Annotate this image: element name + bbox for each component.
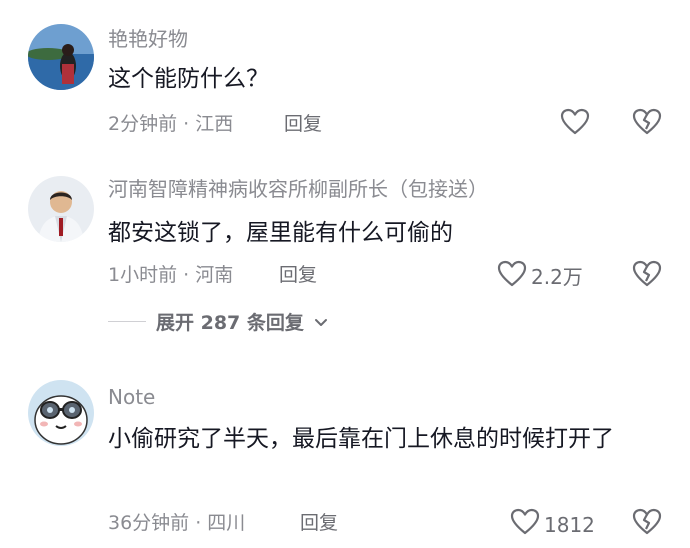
like-button[interactable]: 1812 xyxy=(510,508,595,542)
expand-replies-button[interactable]: 展开 287 条回复 xyxy=(108,308,328,335)
reply-button[interactable]: 回复 xyxy=(300,510,338,536)
dislike-button[interactable] xyxy=(632,108,662,140)
broken-heart-icon xyxy=(632,108,662,140)
comment-content: 小偷研究了半天，最后靠在门上休息的时候打开了 xyxy=(108,426,614,452)
dislike-button[interactable] xyxy=(632,260,662,292)
chevron-down-icon xyxy=(314,311,328,333)
comment-content: 这个能防什么？ xyxy=(108,66,269,92)
broken-heart-icon xyxy=(632,508,662,540)
comment-username[interactable]: 艳艳好物 xyxy=(108,26,188,52)
avatar[interactable] xyxy=(28,24,94,90)
comment-content: 都安这锁了，屋里能有什么可偷的 xyxy=(108,220,453,246)
like-button[interactable] xyxy=(560,108,594,142)
broken-heart-icon xyxy=(632,260,662,292)
comment-meta: 2分钟前 · 江西 xyxy=(108,113,234,135)
comment-item: Note 小偷研究了半天，最后靠在门上休息的时候打开了 36分钟前 · 四川 回… xyxy=(0,360,690,548)
comment-item: 河南智障精神病收容所柳副所长（包接送） 都安这锁了，屋里能有什么可偷的 1小时前… xyxy=(0,150,690,350)
comment-item: 艳艳好物 这个能防什么？ 2分钟前 · 江西 回复 xyxy=(0,0,690,150)
comment-username[interactable]: 河南智障精神病收容所柳副所长（包接送） xyxy=(108,176,488,202)
comment-username[interactable]: Note xyxy=(108,384,155,410)
reply-button[interactable]: 回复 xyxy=(279,262,317,288)
heart-outline-icon xyxy=(560,108,590,142)
expand-replies-label: 展开 287 条回复 xyxy=(156,312,304,334)
dislike-button[interactable] xyxy=(632,508,662,540)
comment-meta: 1小时前 · 河南 xyxy=(108,264,234,286)
like-button[interactable]: 2.2万 xyxy=(497,260,583,294)
like-count: 1812 xyxy=(544,513,595,537)
avatar[interactable] xyxy=(28,380,94,446)
heart-outline-icon xyxy=(510,508,540,542)
comment-meta: 36分钟前 · 四川 xyxy=(108,512,246,534)
like-count: 2.2万 xyxy=(531,265,583,289)
reply-button[interactable]: 回复 xyxy=(284,111,322,137)
heart-outline-icon xyxy=(497,260,527,294)
divider xyxy=(108,321,146,322)
avatar[interactable] xyxy=(28,176,94,242)
